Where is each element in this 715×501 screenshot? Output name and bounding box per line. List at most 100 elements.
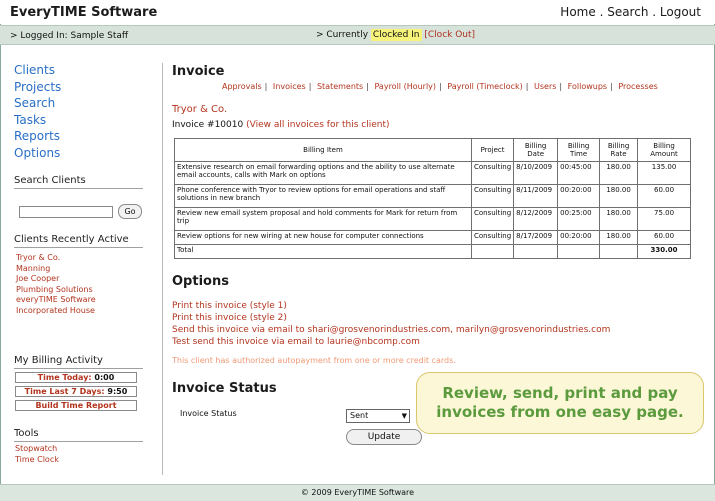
sidebar: Clients Projects Search Tasks Reports Op… bbox=[14, 62, 144, 162]
tools-list: Stopwatch Time Clock bbox=[14, 444, 59, 465]
search-clients-title: Search Clients bbox=[14, 175, 143, 189]
cell-rate: 180.00 bbox=[599, 161, 639, 185]
main-content: Invoice bbox=[172, 64, 707, 79]
col-billing-amount: Billing Amount bbox=[637, 138, 691, 162]
table-row: Review options for new wiring at new hou… bbox=[174, 230, 691, 245]
tool-timeclock-link[interactable]: Time Clock bbox=[15, 455, 59, 466]
invoice-subnav: Approvals | Invoices | Statements | Payroll… bbox=[222, 82, 658, 91]
col-billing-date: Billing Date bbox=[513, 138, 559, 162]
subnav-invoices[interactable]: Invoices bbox=[273, 82, 306, 91]
cell-date: 8/11/2009 bbox=[513, 184, 559, 208]
invoice-number: Invoice #10010 bbox=[172, 120, 244, 130]
cell-rate: 180.00 bbox=[599, 184, 639, 208]
footer: © 2009 EveryTIME Software bbox=[0, 484, 715, 501]
callout-line2: invoices from one easy page. bbox=[436, 403, 684, 421]
invoice-number-line: Invoice #10010 (View all invoices for th… bbox=[172, 120, 390, 130]
recent-client-link[interactable]: Tryor & Co. bbox=[16, 253, 96, 264]
time-7days-box: Time Last 7 Days: 9:50 bbox=[15, 386, 137, 397]
callout-line1: Review, send, print and pay bbox=[442, 384, 678, 402]
billing-activity-title: My Billing Activity bbox=[14, 355, 143, 369]
recent-client-link[interactable]: Manning bbox=[16, 264, 96, 275]
cell-date: 8/10/2009 bbox=[513, 161, 559, 185]
sidebar-item-reports[interactable]: Reports bbox=[14, 128, 144, 145]
logged-in-text: > Logged In: Sample Staff bbox=[10, 31, 129, 41]
print-style1-link[interactable]: Print this invoice (style 1) bbox=[172, 301, 287, 311]
build-time-report-button[interactable]: Build Time Report bbox=[15, 400, 137, 411]
search-clients-input[interactable] bbox=[19, 206, 113, 218]
invoice-status-title: Invoice Status bbox=[172, 381, 277, 396]
view-all-invoices-link[interactable]: (View all invoices for this client) bbox=[246, 120, 389, 130]
total-label: Total bbox=[174, 244, 472, 259]
sidebar-item-search[interactable]: Search bbox=[14, 95, 144, 112]
recent-client-link[interactable]: Plumbing Solutions bbox=[16, 285, 96, 296]
cell-item: Extensive research on email forwarding o… bbox=[174, 161, 472, 185]
cell-item: Review new email system proposal and hol… bbox=[174, 207, 472, 231]
cell-project: Consulting bbox=[470, 184, 515, 208]
time-today-value: 0:00 bbox=[94, 373, 115, 382]
subnav-payroll-hourly[interactable]: Payroll (Hourly) bbox=[374, 82, 436, 91]
table-row: Phone conference with Tryor to review op… bbox=[174, 184, 691, 208]
cell-time: 00:25:00 bbox=[557, 207, 601, 231]
subnav-followups[interactable]: Followups bbox=[568, 82, 607, 91]
update-button[interactable]: Update bbox=[346, 429, 422, 445]
header: EveryTIME Software Home . Search . Logou… bbox=[0, 0, 715, 24]
subnav-processes[interactable]: Processes bbox=[618, 82, 657, 91]
currently-label: > Currently bbox=[316, 30, 369, 40]
tools-title: Tools bbox=[14, 428, 143, 442]
subnav-approvals[interactable]: Approvals bbox=[222, 82, 262, 91]
tool-stopwatch-link[interactable]: Stopwatch bbox=[15, 444, 59, 455]
clock-out-link[interactable]: [Clock Out] bbox=[424, 30, 475, 40]
test-send-email-link[interactable]: Test send this invoice via email to laur… bbox=[172, 337, 420, 347]
cell-item: Review options for new wiring at new hou… bbox=[174, 230, 472, 245]
nav-logout-link[interactable]: Logout bbox=[660, 5, 701, 19]
chevron-down-icon: ▼ bbox=[401, 412, 407, 420]
client-name-link[interactable]: Tryor & Co. bbox=[172, 104, 227, 115]
time-today-box: Time Today: 0:00 bbox=[15, 372, 137, 383]
status-bar: > Logged In: Sample Staff > Currently Cl… bbox=[0, 25, 715, 45]
time-7days-label: Time Last 7 Days: bbox=[24, 387, 105, 396]
page-title: Invoice bbox=[172, 64, 225, 79]
cell-amount: 60.00 bbox=[637, 230, 691, 245]
col-billing-item: Billing Item bbox=[174, 138, 472, 162]
time-7days-value: 9:50 bbox=[107, 387, 128, 396]
col-billing-rate: Billing Rate bbox=[599, 138, 639, 162]
cell-date: 8/12/2009 bbox=[513, 207, 559, 231]
recent-client-link[interactable]: Joe Cooper bbox=[16, 274, 96, 285]
recent-client-link[interactable]: everyTIME Software bbox=[16, 295, 96, 306]
col-billing-time: Billing Time bbox=[557, 138, 601, 162]
status-selected-value: Sent bbox=[350, 411, 369, 420]
clocked-in-badge: Clocked In bbox=[370, 29, 422, 41]
recent-client-link[interactable]: Incorporated House bbox=[16, 306, 96, 317]
cell-project: Consulting bbox=[470, 161, 515, 185]
sidebar-divider bbox=[162, 63, 163, 475]
cell-amount: 75.00 bbox=[637, 207, 691, 231]
subnav-payroll-timeclock[interactable]: Payroll (Timeclock) bbox=[447, 82, 522, 91]
top-nav: Home . Search . Logout bbox=[560, 5, 701, 19]
brand-title: EveryTIME Software bbox=[10, 5, 158, 20]
cell-project: Consulting bbox=[470, 230, 515, 245]
sidebar-item-options[interactable]: Options bbox=[14, 145, 144, 162]
print-style2-link[interactable]: Print this invoice (style 2) bbox=[172, 313, 287, 323]
sidebar-item-tasks[interactable]: Tasks bbox=[14, 112, 144, 129]
cell-project: Consulting bbox=[470, 207, 515, 231]
time-today-label: Time Today: bbox=[37, 373, 92, 382]
cell-time: 00:45:00 bbox=[557, 161, 601, 185]
table-total-row: Total 330.00 bbox=[174, 244, 691, 259]
nav-home-link[interactable]: Home bbox=[560, 5, 595, 19]
search-go-button[interactable]: Go bbox=[118, 204, 142, 219]
cell-rate: 180.00 bbox=[599, 230, 639, 245]
clock-status: > Currently Clocked In [Clock Out] bbox=[316, 29, 475, 41]
sidebar-item-clients[interactable]: Clients bbox=[14, 62, 144, 79]
cell-amount: 60.00 bbox=[637, 184, 691, 208]
invoice-status-label: Invoice Status bbox=[180, 409, 237, 418]
invoice-table: Billing Item Project Billing Date Billin… bbox=[174, 138, 691, 259]
col-project: Project bbox=[470, 138, 515, 162]
nav-search-link[interactable]: Search bbox=[607, 5, 648, 19]
sidebar-item-projects[interactable]: Projects bbox=[14, 79, 144, 96]
subnav-users[interactable]: Users bbox=[534, 82, 556, 91]
cell-time: 00:20:00 bbox=[557, 230, 601, 245]
subnav-statements[interactable]: Statements bbox=[317, 82, 363, 91]
promo-callout: Review, send, print and pay invoices fro… bbox=[416, 372, 704, 434]
send-email-link[interactable]: Send this invoice via email to shari@gro… bbox=[172, 325, 610, 335]
invoice-status-select[interactable]: Sent ▼ bbox=[346, 409, 410, 423]
